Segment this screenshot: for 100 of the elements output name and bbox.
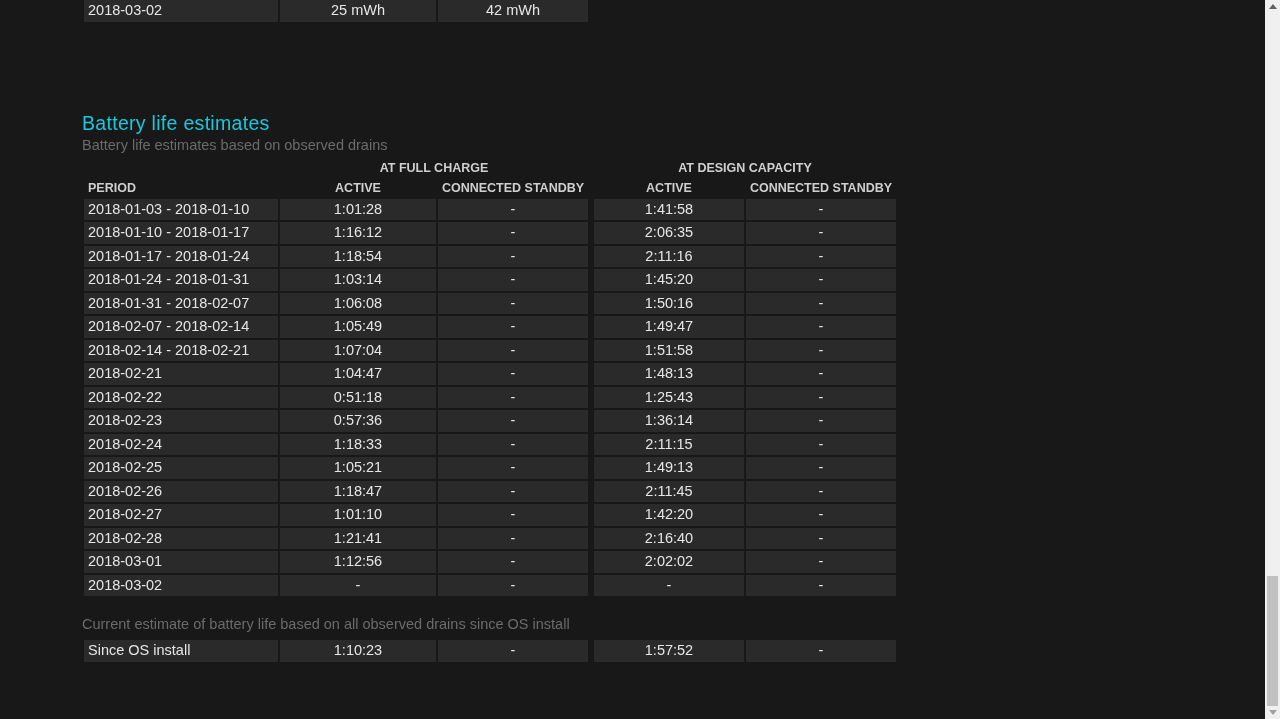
table-cell: 2018-01-03 - 2018-01-10 [84,198,278,220]
table-cell: - [438,316,588,338]
table-cell: 1:04:47 [280,363,436,385]
scrollbar-thumb[interactable] [1267,576,1278,706]
table-cell: 2018-02-27 [84,504,278,526]
table-cell: 1:12:56 [280,551,436,573]
table-cell: 1:21:41 [280,527,436,549]
table-cell: 2018-02-07 - 2018-02-14 [84,316,278,338]
table-cell: 1:07:04 [280,339,436,361]
column-header: PERIOD [87,179,137,197]
table-cell: - [746,640,896,662]
table-cell: - [746,551,896,573]
table-cell: 2018-02-22 [84,386,278,408]
table-cell: - [438,410,588,432]
estimate-note: Current estimate of battery life based on all observed drains since OS install [82,615,571,634]
column-header: CONNECTED STANDBY [748,179,894,197]
scroll-up-icon[interactable] [1268,4,1277,9]
table-cell: - [438,386,588,408]
table-cell: - [438,527,588,549]
table-cell: - [746,222,896,244]
table-cell: - [438,245,588,267]
table-cell: - [746,504,896,526]
table-cell: - [746,292,896,314]
column-header: ACTIVE [645,179,693,197]
table-cell: 1:05:21 [280,457,436,479]
table-cell: 1:18:33 [280,433,436,455]
table-cell: 1:18:54 [280,245,436,267]
section-subtitle: Battery life estimates based on observed drains [82,135,389,155]
table-cell: - [438,457,588,479]
table-cell: 1:51:58 [594,339,744,361]
table-cell: - [746,339,896,361]
table-cell: - [438,222,588,244]
table-cell: 1:48:13 [594,363,744,385]
scroll-down-icon[interactable] [1268,710,1277,715]
table-cell: 2018-01-31 - 2018-02-07 [84,292,278,314]
table-cell: 2018-02-14 - 2018-02-21 [84,339,278,361]
table-cell: - [438,504,588,526]
table-cell: 2018-02-26 [84,480,278,502]
table-cell: - [746,574,896,596]
table-cell: - [438,433,588,455]
table-cell: 1:50:16 [594,292,744,314]
table-cell: 2:06:35 [594,222,744,244]
table-cell: - [438,339,588,361]
table-cell: - [746,433,896,455]
table-cell: - [438,574,588,596]
table-cell: 42 mWh [438,0,588,22]
table-cell: 0:51:18 [280,386,436,408]
table-cell: 1:01:28 [280,198,436,220]
table-cell: 2018-02-21 [84,363,278,385]
table-cell: 2018-03-02 [84,574,278,596]
table-cell: - [746,457,896,479]
table-cell: 1:25:43 [594,386,744,408]
table-cell: 1:36:14 [594,410,744,432]
table-cell: - [438,292,588,314]
column-header: CONNECTED STANDBY [440,179,586,197]
table-cell: - [438,198,588,220]
table-cell: 2018-01-10 - 2018-01-17 [84,222,278,244]
table-cell: 2018-03-02 [84,0,278,22]
table-cell: 2018-03-01 [84,551,278,573]
column-group-header: AT DESIGN CAPACITY [677,159,813,177]
table-cell: 1:18:47 [280,480,436,502]
table-cell: 1:45:20 [594,269,744,291]
table-cell: 2018-02-24 [84,433,278,455]
table-cell: 1:06:08 [280,292,436,314]
table-cell: 2018-02-25 [84,457,278,479]
table-cell: - [746,363,896,385]
table-cell: 2018-01-24 - 2018-01-31 [84,269,278,291]
table-cell: - [746,316,896,338]
table-cell: - [438,551,588,573]
table-cell: 2018-01-17 - 2018-01-24 [84,245,278,267]
section-title: Battery life estimates [82,110,271,135]
table-cell: - [746,269,896,291]
table-cell: - [746,480,896,502]
table-cell: 2018-02-28 [84,527,278,549]
table-cell: 25 mWh [280,0,436,22]
table-cell: - [746,245,896,267]
table-cell: - [280,574,436,596]
table-cell: 1:49:13 [594,457,744,479]
table-cell: 1:03:14 [280,269,436,291]
table-cell: 1:57:52 [594,640,744,662]
table-cell: 1:10:23 [280,640,436,662]
column-header: ACTIVE [334,179,382,197]
table-cell: 2:02:02 [594,551,744,573]
table-cell: 0:57:36 [280,410,436,432]
table-cell: - [594,574,744,596]
table-cell: - [438,640,588,662]
table-cell: 2:11:16 [594,245,744,267]
table-cell: - [438,480,588,502]
table-cell: 2:11:45 [594,480,744,502]
column-group-header: AT FULL CHARGE [378,159,490,177]
table-cell: - [746,410,896,432]
table-cell: 1:16:12 [280,222,436,244]
table-cell: - [746,527,896,549]
table-cell: 2018-02-23 [84,410,278,432]
table-cell: - [746,198,896,220]
table-cell: - [438,363,588,385]
table-cell: 1:01:10 [280,504,436,526]
table-cell: 1:05:49 [280,316,436,338]
table-cell: - [438,269,588,291]
table-cell: Since OS install [84,640,278,662]
